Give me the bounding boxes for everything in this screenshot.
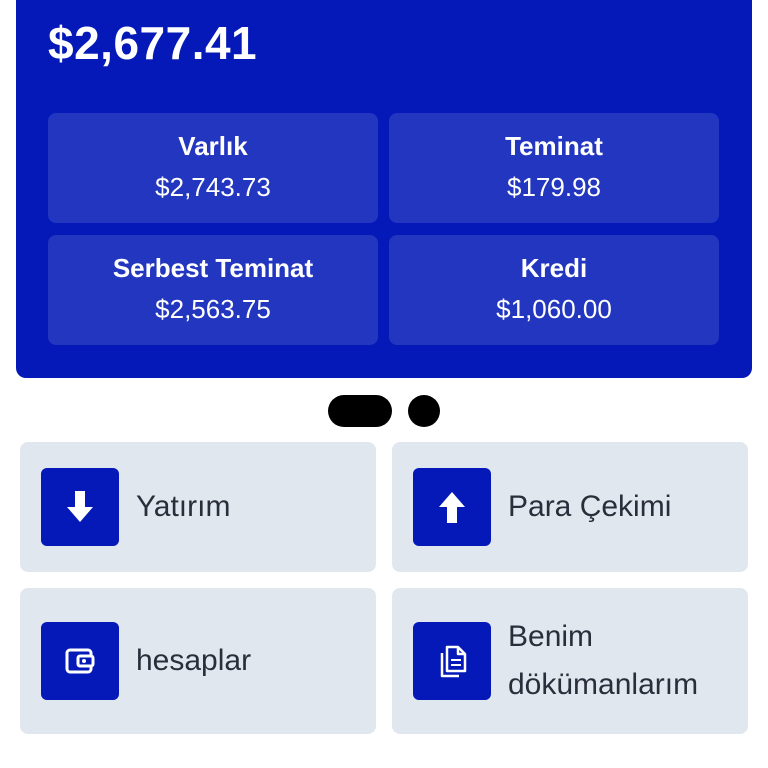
documents-button[interactable]: Benim dökümanlarım bbox=[392, 588, 748, 734]
total-balance: $2,677.41 bbox=[48, 17, 258, 69]
pager-indicator-active[interactable] bbox=[328, 395, 392, 427]
balance-card: $2,677.41 Varlık $2,743.73 Teminat $179.… bbox=[16, 0, 752, 378]
arrow-down-icon bbox=[41, 468, 119, 546]
stat-free-margin: Serbest Teminat $2,563.75 bbox=[48, 235, 378, 345]
accounts-label: hesaplar bbox=[136, 644, 252, 677]
stat-free-margin-label: Serbest Teminat bbox=[112, 253, 314, 283]
withdraw-label: Para Çekimi bbox=[508, 490, 672, 523]
stat-assets-label: Varlık bbox=[178, 131, 248, 161]
deposit-button[interactable]: Yatırım bbox=[20, 442, 376, 572]
accounts-button[interactable]: hesaplar bbox=[20, 588, 376, 734]
stat-margin: Teminat $179.98 bbox=[389, 113, 719, 223]
stat-credit: Kredi $1,060.00 bbox=[389, 235, 719, 345]
stat-credit-value: $1,060.00 bbox=[496, 294, 612, 324]
deposit-label: Yatırım bbox=[136, 490, 231, 523]
pager-indicator-dot[interactable] bbox=[408, 395, 440, 427]
stat-assets-value: $2,743.73 bbox=[155, 172, 271, 202]
withdraw-button[interactable]: Para Çekimi bbox=[392, 442, 748, 572]
stat-free-margin-value: $2,563.75 bbox=[155, 294, 271, 324]
stat-margin-value: $179.98 bbox=[507, 172, 601, 202]
documents-label: Benim dökümanlarım bbox=[508, 620, 699, 701]
stat-credit-label: Kredi bbox=[520, 253, 588, 283]
documents-icon bbox=[413, 622, 491, 700]
wallet-icon bbox=[41, 622, 119, 700]
stat-assets: Varlık $2,743.73 bbox=[48, 113, 378, 223]
arrow-up-icon bbox=[413, 468, 491, 546]
stat-margin-label: Teminat bbox=[505, 131, 603, 161]
